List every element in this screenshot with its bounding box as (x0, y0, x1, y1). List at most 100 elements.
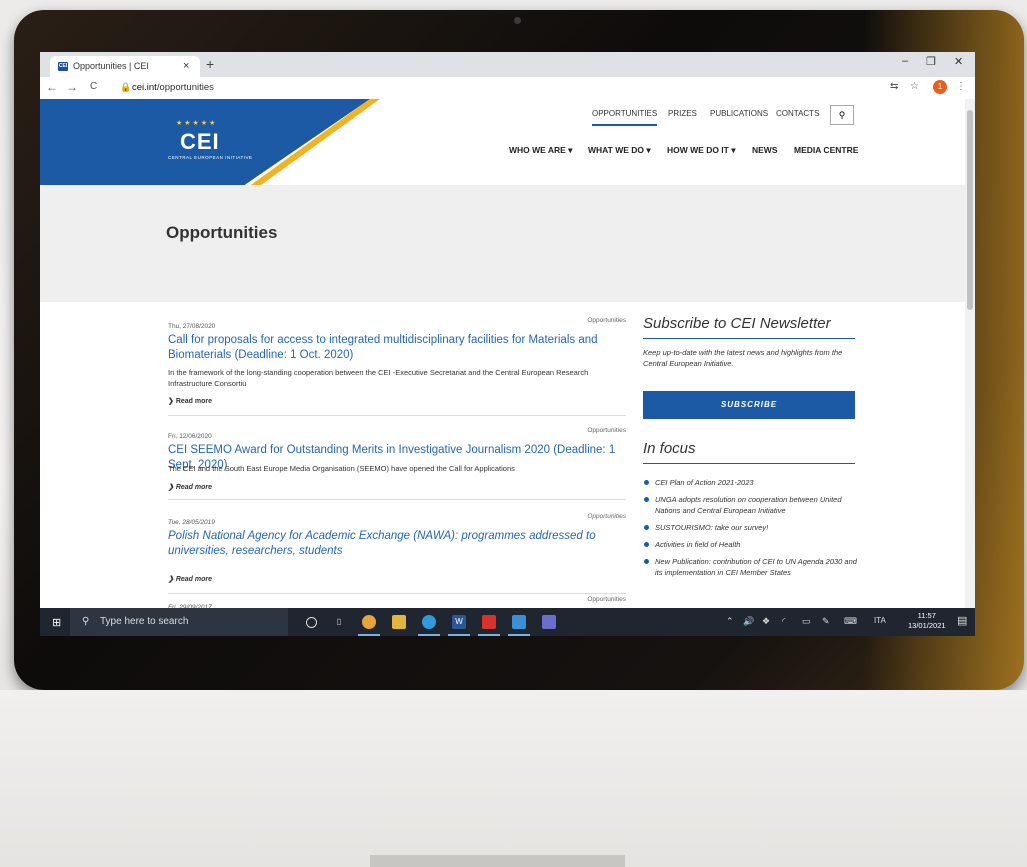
wifi-icon[interactable]: ◜ (782, 616, 786, 627)
acrobat-icon[interactable] (478, 615, 500, 636)
focus-link[interactable]: CEI Plan of Action 2021-2023 (643, 477, 858, 488)
focus-link[interactable]: UNGA adopts resolution on cooperation be… (643, 494, 858, 516)
read-more-label: Read more (175, 576, 212, 583)
web-page: ★★★★★ CEI CENTRAL EUROPEAN INITIATIVE OP… (40, 99, 965, 619)
post-date: Fri, 12/06/2020 (168, 433, 212, 440)
post-category[interactable]: Opportunities (587, 427, 626, 434)
chrome-icon[interactable] (358, 615, 380, 636)
maximize-button[interactable]: ❐ (926, 55, 936, 68)
nav-how-we-do-it[interactable]: HOW WE DO IT ▾ (667, 145, 735, 156)
edge-icon[interactable] (418, 615, 440, 636)
focus-section: In focus (643, 440, 855, 464)
read-more-label: Read more (175, 484, 212, 491)
top-link-opportunities[interactable]: OPPORTUNITIES (592, 109, 658, 126)
focus-list: CEI Plan of Action 2021-2023 UNGA adopts… (643, 477, 858, 584)
photos-icon[interactable] (508, 615, 530, 636)
divider (643, 338, 855, 339)
close-window-button[interactable]: ✕ (954, 55, 963, 68)
minimize-button[interactable]: – (902, 55, 908, 67)
focus-link[interactable]: Activities in field of Health (643, 539, 858, 550)
profile-avatar[interactable]: 1 (933, 80, 947, 94)
post-category[interactable]: Opportunities (587, 596, 626, 603)
dropbox-icon[interactable]: ❖ (762, 616, 770, 627)
teams-icon[interactable] (542, 615, 556, 629)
post-category[interactable]: Opportunities (587, 513, 626, 520)
post-category[interactable]: Opportunities (587, 317, 626, 324)
back-button[interactable]: ← (46, 80, 58, 94)
browser-tab[interactable]: CEI Opportunities | CEI × (50, 56, 200, 77)
taskbar-search-box[interactable]: ⚲ Type here to search (70, 608, 288, 636)
browser-tab-bar: CEI Opportunities | CEI × + – ❐ ✕ (40, 52, 975, 77)
forward-button[interactable]: → (66, 80, 78, 94)
url-path: /opportunities (156, 82, 214, 93)
tray-chevron-icon[interactable]: ⌃ (726, 616, 734, 627)
new-tab-button[interactable]: + (206, 56, 214, 72)
tab-title: Opportunities | CEI (73, 61, 149, 71)
scrollbar-thumb[interactable] (967, 110, 973, 310)
focus-link[interactable]: SUSTOURISMO: take our survey! (643, 522, 858, 533)
focus-title: In focus (643, 440, 696, 457)
browser-menu-icon[interactable]: ⋮ (956, 81, 966, 92)
read-more-link[interactable]: ❯ Read more (168, 397, 212, 405)
search-icon: ⚲ (838, 110, 846, 120)
top-link-publications[interactable]: PUBLICATIONS (710, 109, 768, 118)
logo-subtitle: CENTRAL EUROPEAN INITIATIVE (168, 155, 253, 160)
url-host: cei.int (132, 82, 157, 93)
post-title-link[interactable]: Polish National Agency for Academic Exch… (168, 529, 626, 559)
bookmark-star-icon[interactable]: ☆ (910, 81, 919, 92)
nav-what-we-do[interactable]: WHAT WE DO ▾ (588, 145, 651, 156)
cei-logo[interactable]: CEI (180, 129, 220, 155)
cortana-icon[interactable] (306, 617, 317, 628)
post-description: The CEI and the South East Europe Media … (168, 464, 515, 473)
windows-start-icon[interactable]: ⊞ (52, 616, 61, 629)
post-description: In the framework of the long-standing co… (168, 368, 589, 388)
page-title: Opportunities (166, 223, 278, 242)
volume-icon[interactable]: 🔊 (743, 616, 754, 627)
cei-favicon-icon: CEI (58, 62, 68, 71)
site-header: ★★★★★ CEI CENTRAL EUROPEAN INITIATIVE OP… (40, 99, 965, 185)
newsletter-title: Subscribe to CEI Newsletter (643, 315, 831, 332)
windows-taskbar: ⊞ ⚲ Type here to search ▯ W ⌃ 🔊 ❖ ◜ ▭ ✎ … (40, 608, 975, 636)
notifications-icon[interactable]: ▤ (957, 614, 967, 627)
tab-close-icon[interactable]: × (183, 56, 189, 77)
keyboard-icon[interactable]: ⌨ (844, 616, 857, 627)
divider (168, 499, 626, 500)
post-title-link[interactable]: Call for proposals for access to integra… (168, 333, 626, 363)
nav-news[interactable]: NEWS (752, 145, 778, 155)
subscribe-button[interactable]: SUBSCRIBE (643, 391, 855, 419)
search-icon: ⚲ (82, 616, 90, 627)
nav-media-centre[interactable]: MEDIA CENTRE (794, 145, 858, 155)
word-icon[interactable]: W (448, 615, 470, 636)
top-link-contacts[interactable]: CONTACTS (776, 109, 819, 118)
divider (168, 593, 626, 594)
webcam (514, 17, 521, 24)
post-date: Tue, 28/05/2019 (168, 519, 215, 526)
nav-who-we-are[interactable]: WHO WE ARE ▾ (509, 145, 572, 156)
newsletter-blurb: Keep up-to-date with the latest news and… (643, 348, 843, 368)
top-link-prizes[interactable]: PRIZES (668, 109, 697, 118)
logo-stars-icon: ★★★★★ (176, 120, 218, 127)
read-more-link[interactable]: ❯ Read more (168, 575, 212, 583)
search-placeholder: Type here to search (100, 616, 189, 627)
taskbar-clock[interactable]: 11:57 13/01/2021 (908, 611, 946, 631)
read-more-link[interactable]: ❯ Read more (168, 483, 212, 491)
reload-button[interactable]: C (90, 81, 97, 92)
site-search-button[interactable]: ⚲ (830, 105, 854, 125)
focus-link[interactable]: New Publication: contribution of CEI to … (643, 556, 858, 578)
page-banner: Opportunities (40, 185, 965, 302)
clock-date: 13/01/2021 (908, 621, 946, 630)
pen-icon[interactable]: ✎ (822, 616, 830, 627)
newsletter-section: Subscribe to CEI Newsletter Keep up-to-d… (643, 315, 855, 369)
battery-icon[interactable]: ▭ (802, 616, 811, 627)
browser-toolbar: ← → C 🔒 cei.int/opportunities ⇆ ☆ 1 ⋮ (40, 77, 975, 100)
language-indicator[interactable]: ITA (874, 616, 886, 625)
address-bar[interactable]: cei.int/opportunities (132, 82, 214, 93)
lock-icon: 🔒 (120, 82, 132, 92)
clock-time: 11:57 (917, 611, 936, 620)
screen: CEI Opportunities | CEI × + – ❐ ✕ ← → C … (40, 52, 975, 636)
task-view-icon[interactable]: ▯ (332, 615, 346, 629)
read-more-label: Read more (175, 398, 212, 405)
post-date: Thu, 27/08/2020 (168, 323, 216, 330)
file-explorer-icon[interactable] (392, 615, 406, 629)
translate-icon[interactable]: ⇆ (890, 81, 898, 92)
